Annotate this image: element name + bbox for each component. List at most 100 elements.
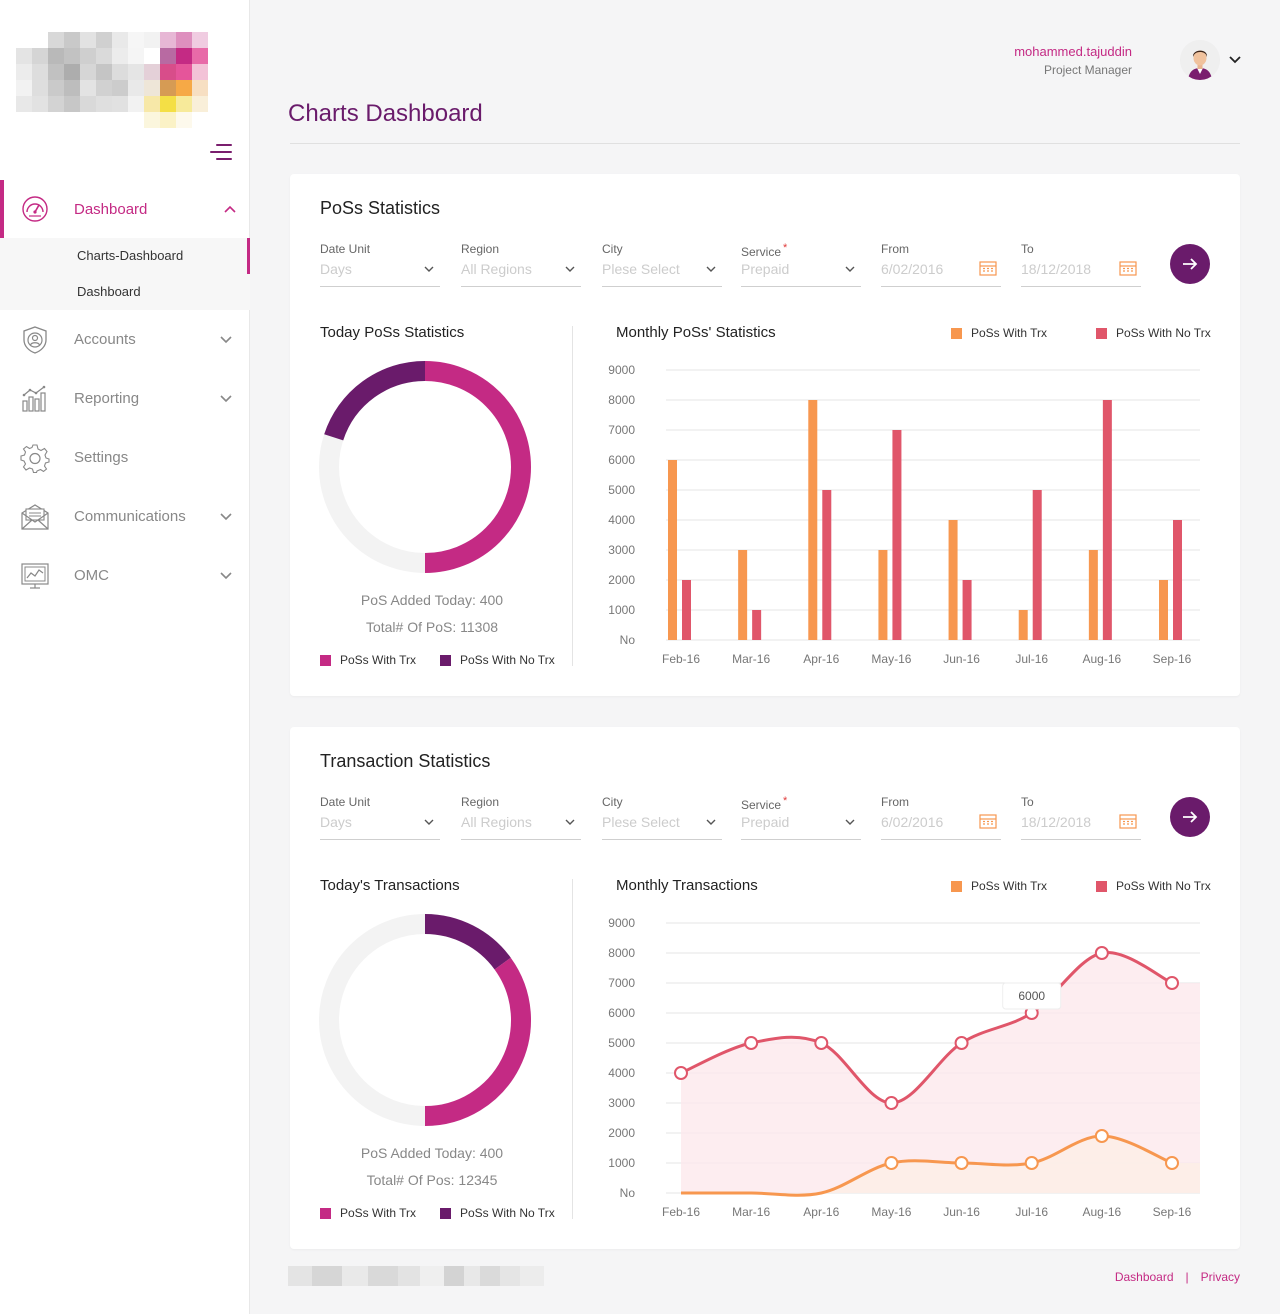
user-name: mohammed.tajuddin bbox=[1014, 44, 1132, 59]
logo-pixel bbox=[144, 32, 160, 48]
bar-no-trx[interactable] bbox=[1032, 490, 1042, 640]
bar-no-trx[interactable] bbox=[1173, 520, 1182, 640]
x-tick-label: Jul-16 bbox=[1015, 1205, 1048, 1219]
x-tick-label: Apr-16 bbox=[803, 1205, 839, 1219]
title-divider bbox=[290, 143, 1240, 144]
filters-bar: Date Unit Days Region All Regions City P… bbox=[320, 795, 1210, 845]
field-value: 18/12/2018 bbox=[1021, 261, 1092, 277]
service-select[interactable]: Service * Prepaid bbox=[741, 795, 861, 840]
point-no-trx[interactable] bbox=[744, 1036, 759, 1050]
chevron-down-icon bbox=[565, 819, 575, 825]
bar-with-trx[interactable] bbox=[738, 550, 748, 640]
bar-no-trx[interactable] bbox=[892, 430, 902, 640]
y-tick-label: No bbox=[620, 633, 636, 647]
sidebar-item-accounts[interactable]: Accounts bbox=[0, 310, 250, 369]
bar-with-trx[interactable] bbox=[1159, 580, 1168, 640]
logo-pixel bbox=[80, 64, 96, 80]
bar-with-trx[interactable] bbox=[1088, 550, 1098, 640]
field-value: Days bbox=[320, 814, 352, 830]
footer-blur-block bbox=[420, 1266, 444, 1286]
chevron-down-icon bbox=[706, 819, 716, 825]
bar-with-trx[interactable] bbox=[1018, 610, 1028, 640]
chevron-down-icon[interactable] bbox=[1229, 56, 1241, 64]
bar-with-trx[interactable] bbox=[808, 400, 818, 640]
bar-with-trx[interactable] bbox=[948, 520, 958, 640]
sidebar-subitem-charts-dashboard[interactable]: Charts-Dashboard bbox=[0, 238, 250, 274]
region-select[interactable]: Region All Regions bbox=[461, 242, 581, 287]
bar-no-trx[interactable] bbox=[1102, 400, 1112, 640]
sidebar-item-dashboard[interactable]: Dashboard bbox=[0, 180, 250, 238]
bar-with-trx[interactable] bbox=[878, 550, 888, 640]
bar-with-trx[interactable] bbox=[668, 460, 677, 640]
legend-no-trx: PoSs With No Trx bbox=[440, 1206, 555, 1220]
calendar-icon[interactable] bbox=[1119, 260, 1137, 276]
field-value: 6/02/2016 bbox=[881, 261, 944, 277]
company-logo[interactable] bbox=[16, 16, 238, 128]
point-with-trx[interactable] bbox=[1024, 1156, 1039, 1170]
service-select[interactable]: Service * Prepaid bbox=[741, 242, 861, 287]
logo-pixel bbox=[32, 48, 48, 64]
logo-pixel bbox=[80, 32, 96, 48]
to-date-input[interactable]: To 18/12/2018 bbox=[1021, 242, 1141, 287]
bar-no-trx[interactable] bbox=[822, 490, 832, 640]
footer-blur-block bbox=[398, 1266, 420, 1286]
point-with-trx[interactable] bbox=[954, 1156, 969, 1170]
sidebar-item-communications[interactable]: Communications bbox=[0, 487, 250, 546]
bar-chart-icon bbox=[22, 385, 46, 412]
speedometer-icon bbox=[22, 196, 48, 222]
tooltip-value: 6000 bbox=[1018, 989, 1045, 1003]
bar-no-trx[interactable] bbox=[682, 580, 691, 640]
footer-link-dashboard[interactable]: Dashboard bbox=[1115, 1270, 1174, 1284]
calendar-icon[interactable] bbox=[979, 813, 997, 829]
point-no-trx[interactable] bbox=[1094, 946, 1109, 960]
x-tick-label: Jun-16 bbox=[943, 1205, 980, 1219]
field-label: From bbox=[881, 795, 909, 809]
point-no-trx[interactable] bbox=[954, 1036, 969, 1050]
apply-filters-button[interactable] bbox=[1170, 244, 1210, 284]
y-tick-label: 3000 bbox=[608, 543, 635, 557]
apply-filters-button[interactable] bbox=[1170, 797, 1210, 837]
calendar-icon[interactable] bbox=[1119, 813, 1137, 829]
sidebar-item-omc[interactable]: OMC bbox=[0, 546, 250, 605]
monthly-poss-bar-chart: No 1000 2000 3000 4000 5000 6000 7000 8000 9000 Fe… bbox=[608, 363, 1200, 666]
point-no-trx[interactable] bbox=[1165, 976, 1179, 990]
region-select[interactable]: Region All Regions bbox=[461, 795, 581, 840]
bar-no-trx[interactable] bbox=[962, 580, 972, 640]
footer-links: Dashboard | Privacy bbox=[1115, 1270, 1240, 1284]
sidebar-item-label: Dashboard bbox=[74, 200, 148, 218]
footer-link-privacy[interactable]: Privacy bbox=[1201, 1270, 1240, 1284]
logo-pixel bbox=[144, 112, 160, 128]
legend-label: PoSs With Trx bbox=[340, 1206, 417, 1220]
sidebar-subitem-dashboard[interactable]: Dashboard bbox=[0, 274, 250, 310]
sidebar-subitem-label: Charts-Dashboard bbox=[77, 248, 184, 263]
legend-label: PoSs With Trx bbox=[971, 326, 1048, 340]
legend-swatch bbox=[440, 654, 451, 666]
bar-no-trx[interactable] bbox=[752, 610, 762, 640]
city-select[interactable]: City Plese Select bbox=[602, 242, 722, 287]
calendar-icon[interactable] bbox=[979, 260, 997, 276]
from-date-input[interactable]: From 6/02/2016 bbox=[881, 795, 1001, 840]
chart-legend-with-trx: PoSs With Trx bbox=[951, 326, 1047, 340]
logo-pixel bbox=[176, 32, 192, 48]
point-no-trx[interactable] bbox=[814, 1036, 829, 1050]
sidebar-item-reporting[interactable]: Reporting bbox=[0, 369, 250, 428]
date-unit-select[interactable]: Date Unit Days bbox=[320, 242, 440, 287]
from-date-input[interactable]: From 6/02/2016 bbox=[881, 242, 1001, 287]
to-date-input[interactable]: To 18/12/2018 bbox=[1021, 795, 1141, 840]
donut-slice-no-trx bbox=[324, 361, 426, 441]
logo-pixel bbox=[176, 48, 192, 64]
shield-user-icon bbox=[23, 325, 47, 354]
avatar[interactable] bbox=[1180, 40, 1220, 80]
chevron-down-icon bbox=[845, 819, 855, 825]
point-no-trx[interactable] bbox=[674, 1066, 688, 1080]
city-select[interactable]: City Plese Select bbox=[602, 795, 722, 840]
point-with-trx[interactable] bbox=[1165, 1156, 1179, 1170]
point-no-trx[interactable] bbox=[884, 1096, 899, 1110]
sidebar-item-settings[interactable]: Settings bbox=[0, 428, 250, 487]
point-with-trx[interactable] bbox=[884, 1156, 899, 1170]
legend-swatch bbox=[440, 1207, 451, 1219]
point-with-trx[interactable] bbox=[1094, 1129, 1109, 1143]
menu-toggle-icon[interactable] bbox=[208, 144, 232, 162]
x-tick-label: Feb-16 bbox=[662, 652, 700, 666]
date-unit-select[interactable]: Date Unit Days bbox=[320, 795, 440, 840]
